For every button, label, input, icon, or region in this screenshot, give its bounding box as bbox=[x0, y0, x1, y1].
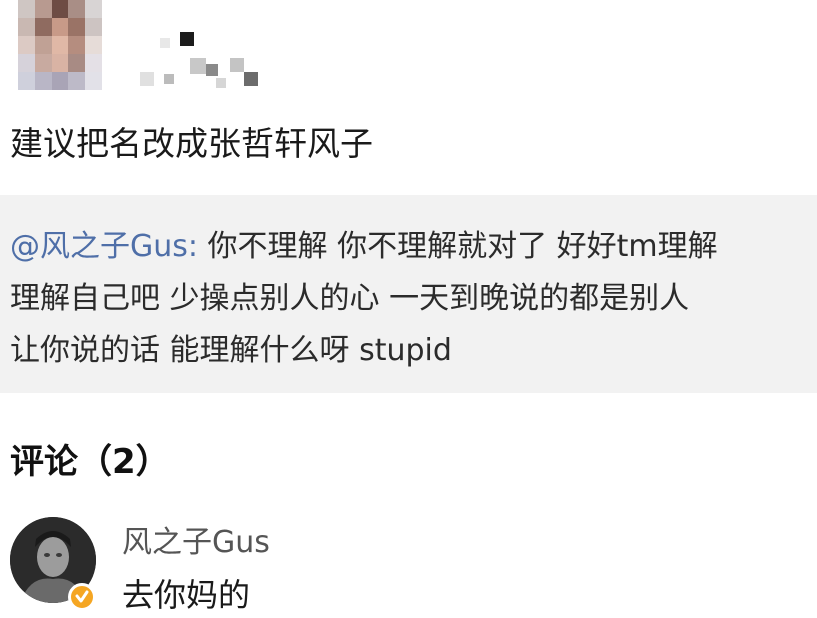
repost-mention-link[interactable]: @风之子Gus: bbox=[10, 229, 198, 264]
post-header bbox=[18, 0, 318, 100]
commenter-name[interactable]: 风之子Gus bbox=[122, 521, 270, 565]
post-text: 建议把名改成张哲轩风子 bbox=[10, 124, 373, 163]
comment-item: 风之子Gus 去你妈的 bbox=[0, 515, 817, 618]
comment-text: 去你妈的 bbox=[122, 576, 251, 614]
comments-heading: 评论（2） bbox=[10, 442, 170, 482]
poster-name-blurred[interactable] bbox=[140, 28, 270, 90]
verified-badge-icon bbox=[68, 583, 96, 611]
repost-line-1: 你不理解 你不理解就对了 好好tm理解 bbox=[198, 229, 718, 264]
repost-box[interactable]: @风之子Gus: 你不理解 你不理解就对了 好好tm理解 理解自己吧 少操点别人… bbox=[0, 195, 817, 393]
repost-line-3: 让你说的话 能理解什么呀 stupid bbox=[10, 333, 452, 368]
repost-line-2: 理解自己吧 少操点别人的心 一天到晚说的都是别人 bbox=[10, 281, 690, 316]
poster-avatar-blurred[interactable] bbox=[18, 0, 102, 90]
repost-text: @风之子Gus: 你不理解 你不理解就对了 好好tm理解 理解自己吧 少操点别人… bbox=[10, 221, 800, 377]
